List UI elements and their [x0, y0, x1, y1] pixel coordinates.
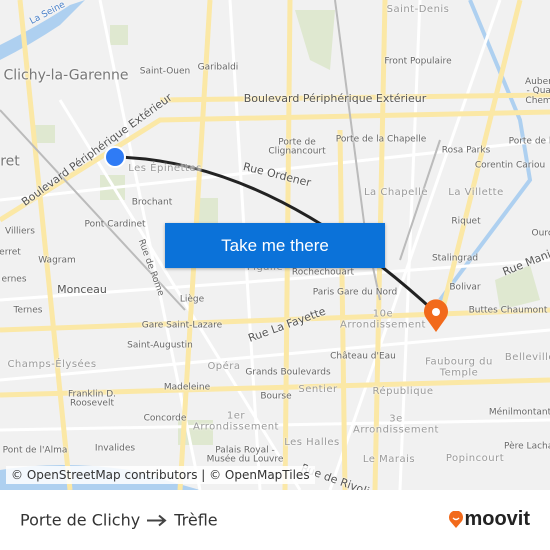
map-label: Bourse	[260, 391, 292, 402]
map-label: Ternes	[13, 305, 43, 316]
map-label: Porte de la Villette	[508, 136, 550, 147]
map-label: République	[372, 385, 434, 397]
map-label: Pont de l'Alma	[2, 445, 68, 456]
moovit-logo[interactable]: moovit	[448, 508, 530, 531]
map-label: Pont Cardinet	[84, 219, 146, 230]
origin-name: Porte de Clichy	[20, 510, 141, 530]
map-label: Saint-Denis	[386, 3, 450, 15]
map-label: Paris Gare du Nord	[312, 287, 398, 298]
map-label: Villiers	[5, 226, 35, 237]
map-label: Franklin D. Roosevelt	[67, 389, 116, 409]
map-label: Porte de la Chapelle	[335, 134, 427, 145]
map-label: Invalides	[94, 443, 136, 454]
map-label: Wagram	[38, 255, 76, 266]
map-label: 10e Arrondissement	[340, 308, 426, 330]
map-label: Aubervilliers - Quatre Chemins	[525, 76, 550, 106]
map-label: Gare Saint-Lazare	[141, 320, 223, 331]
map-label: La Villette	[448, 186, 504, 198]
map-label: Stalingrad	[431, 253, 479, 264]
map-label: Ménilmontant	[488, 407, 550, 418]
moovit-pin-icon	[449, 510, 464, 528]
map-label: 1er Arrondissement	[193, 410, 279, 432]
map-label: Château d'Eau	[330, 351, 396, 362]
map-label: Bolivar	[449, 282, 481, 293]
map-label: Concorde	[143, 413, 187, 424]
map-label: Ourcq	[531, 228, 550, 239]
map-label: Front Populaire	[384, 56, 452, 67]
map-label: Palais Royal - Musée du Louvre	[206, 445, 284, 465]
map-label: Porte de Clignancourt	[268, 137, 326, 157]
map-label: Les Épinettes	[128, 162, 202, 174]
map-label: Les Halles	[284, 436, 340, 448]
map-label: Sentier	[298, 383, 338, 395]
brand-name: moovit	[464, 508, 530, 530]
map-label: 3e Arrondissement	[353, 413, 439, 435]
map-label: Madeleine	[163, 382, 211, 393]
map-label: Liège	[179, 294, 205, 305]
map[interactable]: La Seine Saint-Denis Clichy-la-Garenne S…	[0, 0, 550, 490]
map-label: Riquet	[451, 216, 481, 227]
map-label: Saint-Ouen	[139, 66, 191, 77]
map-label: Le Marais	[362, 453, 416, 465]
map-label: erret	[0, 247, 21, 258]
map-label: ret	[0, 153, 20, 170]
map-label: Belleville	[504, 351, 550, 363]
arrow-right-icon	[147, 514, 167, 526]
map-label: Opéra	[207, 360, 241, 372]
map-label: ernes	[1, 274, 27, 285]
map-label: Garibaldi	[197, 62, 239, 73]
footer-bar: Porte de Clichy Trèfle moovit	[0, 490, 550, 550]
map-label: Rosa Parks	[441, 145, 491, 156]
origin-marker	[104, 146, 126, 168]
map-label: Brochant	[131, 197, 173, 208]
take-me-there-button[interactable]: Take me there	[165, 223, 385, 268]
map-label: Père Lachaise	[504, 441, 550, 452]
route-summary: Porte de Clichy Trèfle	[20, 511, 218, 530]
destination-name: Trèfle	[174, 510, 218, 530]
map-label: Buttes Chaumont	[468, 305, 548, 316]
map-label: Champs-Élysées	[7, 358, 97, 370]
map-label: Grands Boulevards	[245, 367, 331, 378]
map-label: Rochechouart	[291, 267, 355, 278]
map-attribution[interactable]: © OpenStreetMap contributors | © OpenMap…	[6, 466, 315, 484]
map-label: Popincourt	[445, 452, 505, 464]
map-label: Monceau	[57, 283, 107, 297]
map-label: Saint-Augustin	[127, 340, 193, 351]
map-label: Corentin Cariou	[474, 160, 546, 171]
map-label: Faubourg du Temple	[425, 356, 493, 378]
map-label: Clichy-la-Garenne	[3, 67, 129, 84]
map-label: La Chapelle	[363, 186, 429, 198]
map-label: Boulevard Périphérique Extérieur	[243, 92, 427, 106]
